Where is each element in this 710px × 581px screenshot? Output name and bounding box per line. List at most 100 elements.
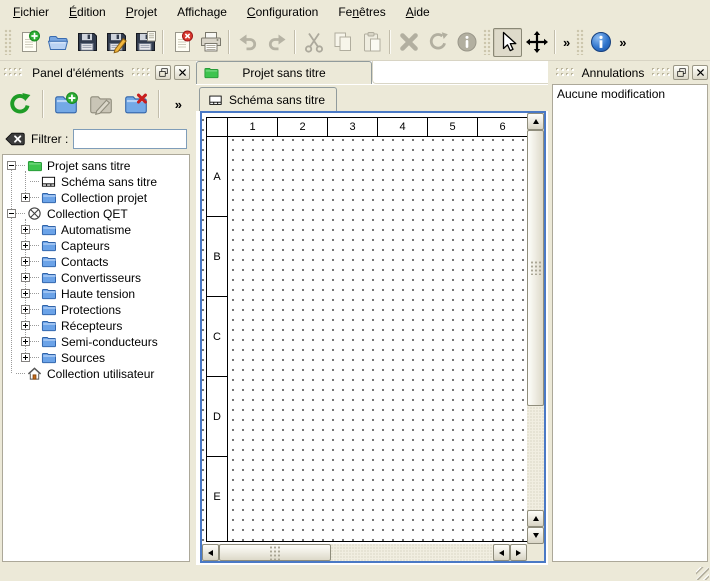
expand-toggle-icon[interactable]: [21, 241, 30, 250]
expand-toggle-icon[interactable]: [21, 337, 30, 346]
tab-projet-sans-titre[interactable]: Projet sans titre: [196, 61, 372, 84]
scroll-down-button[interactable]: [527, 527, 544, 544]
new-project-button[interactable]: [14, 28, 43, 57]
tree-item-collection-utilisateur[interactable]: Collection utilisateur: [3, 365, 189, 381]
close-panel-button[interactable]: [174, 65, 190, 80]
scroll-left-button[interactable]: [202, 544, 219, 561]
undo-button[interactable]: [233, 28, 262, 57]
tree-folder-blue-icon: [40, 254, 57, 269]
vertical-scrollbar[interactable]: [527, 113, 544, 544]
column-header-4: 4: [378, 118, 428, 136]
horizontal-scroll-track[interactable]: [331, 544, 493, 561]
tree-item-sources[interactable]: Sources: [3, 349, 189, 365]
panel-overflow-chevron[interactable]: »: [169, 97, 188, 112]
pan-mode-button[interactable]: [522, 28, 551, 57]
horizontal-scrollbar[interactable]: [202, 544, 527, 561]
tree-item-collection-projet[interactable]: Collection projet: [3, 189, 189, 205]
print-icon: [199, 30, 223, 54]
dock-drag-handle[interactable]: [652, 68, 670, 77]
scroll-right-button[interactable]: [510, 544, 527, 561]
main-toolbar: »»: [0, 24, 710, 61]
filter-input[interactable]: [73, 129, 187, 149]
delete-category-button[interactable]: [120, 88, 152, 120]
toolbar-handle[interactable]: [4, 29, 12, 55]
tree-item-protections[interactable]: Protections: [3, 301, 189, 317]
vertical-scroll-thumb[interactable]: [527, 130, 544, 406]
print-button[interactable]: [196, 28, 225, 57]
paste-button[interactable]: [357, 28, 386, 57]
expand-toggle-icon[interactable]: [21, 225, 30, 234]
delete-button[interactable]: [394, 28, 423, 57]
tree-item-schema-sans-titre[interactable]: Schéma sans titre: [3, 173, 189, 189]
undo-history-list[interactable]: Aucune modification: [552, 84, 708, 562]
tree-item-automatisme[interactable]: Automatisme: [3, 221, 189, 237]
tree-item-semi-conducteurs[interactable]: Semi-conducteurs: [3, 333, 189, 349]
about-button[interactable]: [586, 28, 615, 57]
drawing-area[interactable]: [228, 137, 527, 541]
expand-toggle-icon[interactable]: [21, 273, 30, 282]
menu-bar: FichierÉditionProjetAffichageConfigurati…: [0, 0, 710, 24]
cut-button[interactable]: [299, 28, 328, 57]
scroll-left-button-2[interactable]: [493, 544, 510, 561]
expand-toggle-icon[interactable]: [21, 289, 30, 298]
copy-button[interactable]: [328, 28, 357, 57]
scroll-up-button-2[interactable]: [527, 510, 544, 527]
up-arrow-icon: [533, 516, 539, 521]
dock-drag-handle[interactable]: [132, 68, 152, 77]
menu-edition[interactable]: Édition: [59, 1, 116, 24]
collapse-toggle-icon[interactable]: [7, 161, 16, 170]
menu-projet[interactable]: Projet: [116, 1, 167, 24]
expand-toggle-icon[interactable]: [21, 193, 30, 202]
window-resize-grip[interactable]: [696, 567, 709, 580]
tree-item-contacts[interactable]: Contacts: [3, 253, 189, 269]
elements-tree[interactable]: Projet sans titreSchéma sans titreCollec…: [2, 154, 190, 562]
undo-history-item[interactable]: Aucune modification: [553, 85, 707, 103]
toolbar-handle[interactable]: [483, 29, 491, 55]
tree-item-recepteurs[interactable]: Récepteurs: [3, 317, 189, 333]
clear-filter-icon[interactable]: [4, 130, 26, 148]
tree-item-capteurs[interactable]: Capteurs: [3, 237, 189, 253]
expand-toggle-icon[interactable]: [21, 353, 30, 362]
menu-fichier[interactable]: Fichier: [3, 1, 59, 24]
reload-collections-button[interactable]: [4, 88, 36, 120]
close-file-button[interactable]: [167, 28, 196, 57]
expand-toggle-icon[interactable]: [21, 257, 30, 266]
dock-drag-handle[interactable]: [4, 68, 24, 77]
tree-item-collection-qet[interactable]: Collection QET: [3, 205, 189, 221]
scroll-up-button[interactable]: [527, 113, 544, 130]
selection-mode-button[interactable]: [493, 28, 522, 57]
edit-category-button[interactable]: [85, 88, 117, 120]
menu-configuration[interactable]: Configuration: [237, 1, 328, 24]
save-all-button[interactable]: [130, 28, 159, 57]
vertical-scroll-track[interactable]: [527, 406, 544, 510]
close-file-icon: [170, 30, 194, 54]
expand-toggle-icon[interactable]: [21, 305, 30, 314]
tab-schema-sans-titre[interactable]: Schéma sans titre: [199, 87, 337, 111]
menu-aide[interactable]: Aide: [396, 1, 440, 24]
save-as-button[interactable]: [101, 28, 130, 57]
toolbar-overflow-2-chevron[interactable]: »: [615, 29, 630, 55]
close-panel-button[interactable]: [692, 65, 708, 80]
tree-item-convertisseurs[interactable]: Convertisseurs: [3, 269, 189, 285]
toolbar-overflow-1-chevron[interactable]: »: [559, 29, 574, 55]
tree-item-projet-sans-titre[interactable]: Projet sans titre: [3, 157, 189, 173]
tree-item-haute-tension[interactable]: Haute tension: [3, 285, 189, 301]
expand-toggle-icon[interactable]: [21, 321, 30, 330]
float-panel-button[interactable]: [155, 65, 171, 80]
object-info-button[interactable]: [452, 28, 481, 57]
new-category-button[interactable]: [50, 88, 82, 120]
menu-affichage[interactable]: Affichage: [167, 1, 237, 24]
dock-drag-handle[interactable]: [556, 68, 574, 77]
save-button[interactable]: [72, 28, 101, 57]
diagram-canvas[interactable]: 123456 ABCDE: [202, 113, 527, 544]
menu-fenetres[interactable]: Fenêtres: [328, 1, 395, 24]
horizontal-scroll-thumb[interactable]: [219, 544, 331, 561]
collapse-toggle-icon[interactable]: [7, 209, 16, 218]
toolbar-handle[interactable]: [576, 29, 584, 55]
open-button[interactable]: [43, 28, 72, 57]
tree-item-label: Récepteurs: [59, 318, 125, 333]
redo-button[interactable]: [262, 28, 291, 57]
rotate-button[interactable]: [423, 28, 452, 57]
paste-icon: [360, 30, 384, 54]
float-panel-button[interactable]: [673, 65, 689, 80]
